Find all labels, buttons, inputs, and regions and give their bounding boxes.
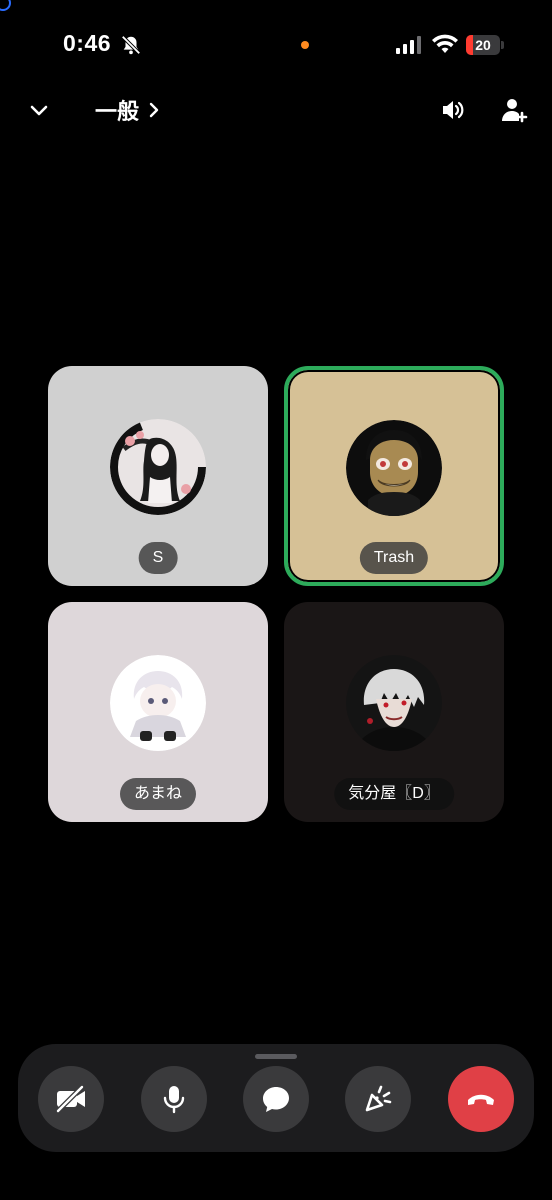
participant-tile[interactable]: あまね (48, 602, 268, 822)
status-bar: 0:46 20 (0, 0, 552, 90)
activity-button[interactable] (345, 1066, 411, 1132)
participant-name: Trash (359, 542, 429, 574)
avatar (110, 419, 206, 516)
participant-tile[interactable]: 気分屋〖D〗 (284, 602, 504, 822)
microphone-toggle-button[interactable] (141, 1066, 207, 1132)
channel-title-button[interactable]: 一般 (95, 94, 159, 126)
participant-name: 気分屋〖D〗 (334, 778, 454, 810)
participant-tile-speaking[interactable]: Trash (284, 366, 504, 586)
battery-tip (501, 41, 504, 49)
end-call-button[interactable] (448, 1066, 514, 1132)
participant-name: あまね (119, 778, 197, 810)
hang-up-icon (468, 1094, 494, 1105)
accessibility-icon (0, 0, 11, 11)
channel-name: 一般 (95, 99, 140, 124)
speaker-icon (443, 101, 464, 119)
participant-tile[interactable]: S (48, 366, 268, 586)
camera-off-icon (56, 1085, 85, 1113)
microphone-icon (163, 1086, 185, 1114)
cellular-signal-icon (396, 36, 421, 54)
audio-output-button[interactable] (438, 95, 468, 125)
clock: 0:46 (63, 30, 112, 56)
battery-level: 20 (475, 37, 491, 53)
participant-name: S (138, 542, 178, 574)
call-header: 一般 (0, 88, 552, 132)
add-user-icon (502, 99, 528, 123)
collapse-button[interactable] (24, 96, 54, 126)
voice-call-screen: 0:46 20 一般 S Trash あまね 気分屋〖D〗 (0, 0, 552, 1200)
avatar (346, 655, 442, 752)
chat-icon (263, 1087, 289, 1112)
bell-off-icon (121, 35, 141, 55)
chevron-down-icon (30, 105, 48, 116)
wifi-icon (432, 34, 458, 53)
camera-toggle-button[interactable] (38, 1066, 104, 1132)
avatar (346, 419, 442, 516)
recording-indicator-dot (301, 41, 309, 49)
avatar (110, 655, 206, 752)
drag-handle[interactable] (255, 1054, 297, 1059)
chevron-right-icon (149, 102, 159, 118)
invite-button[interactable] (498, 94, 530, 126)
activity-icon (365, 1085, 392, 1112)
battery-indicator: 20 (466, 35, 504, 55)
chat-button[interactable] (243, 1066, 309, 1132)
call-control-bar (18, 1044, 534, 1152)
